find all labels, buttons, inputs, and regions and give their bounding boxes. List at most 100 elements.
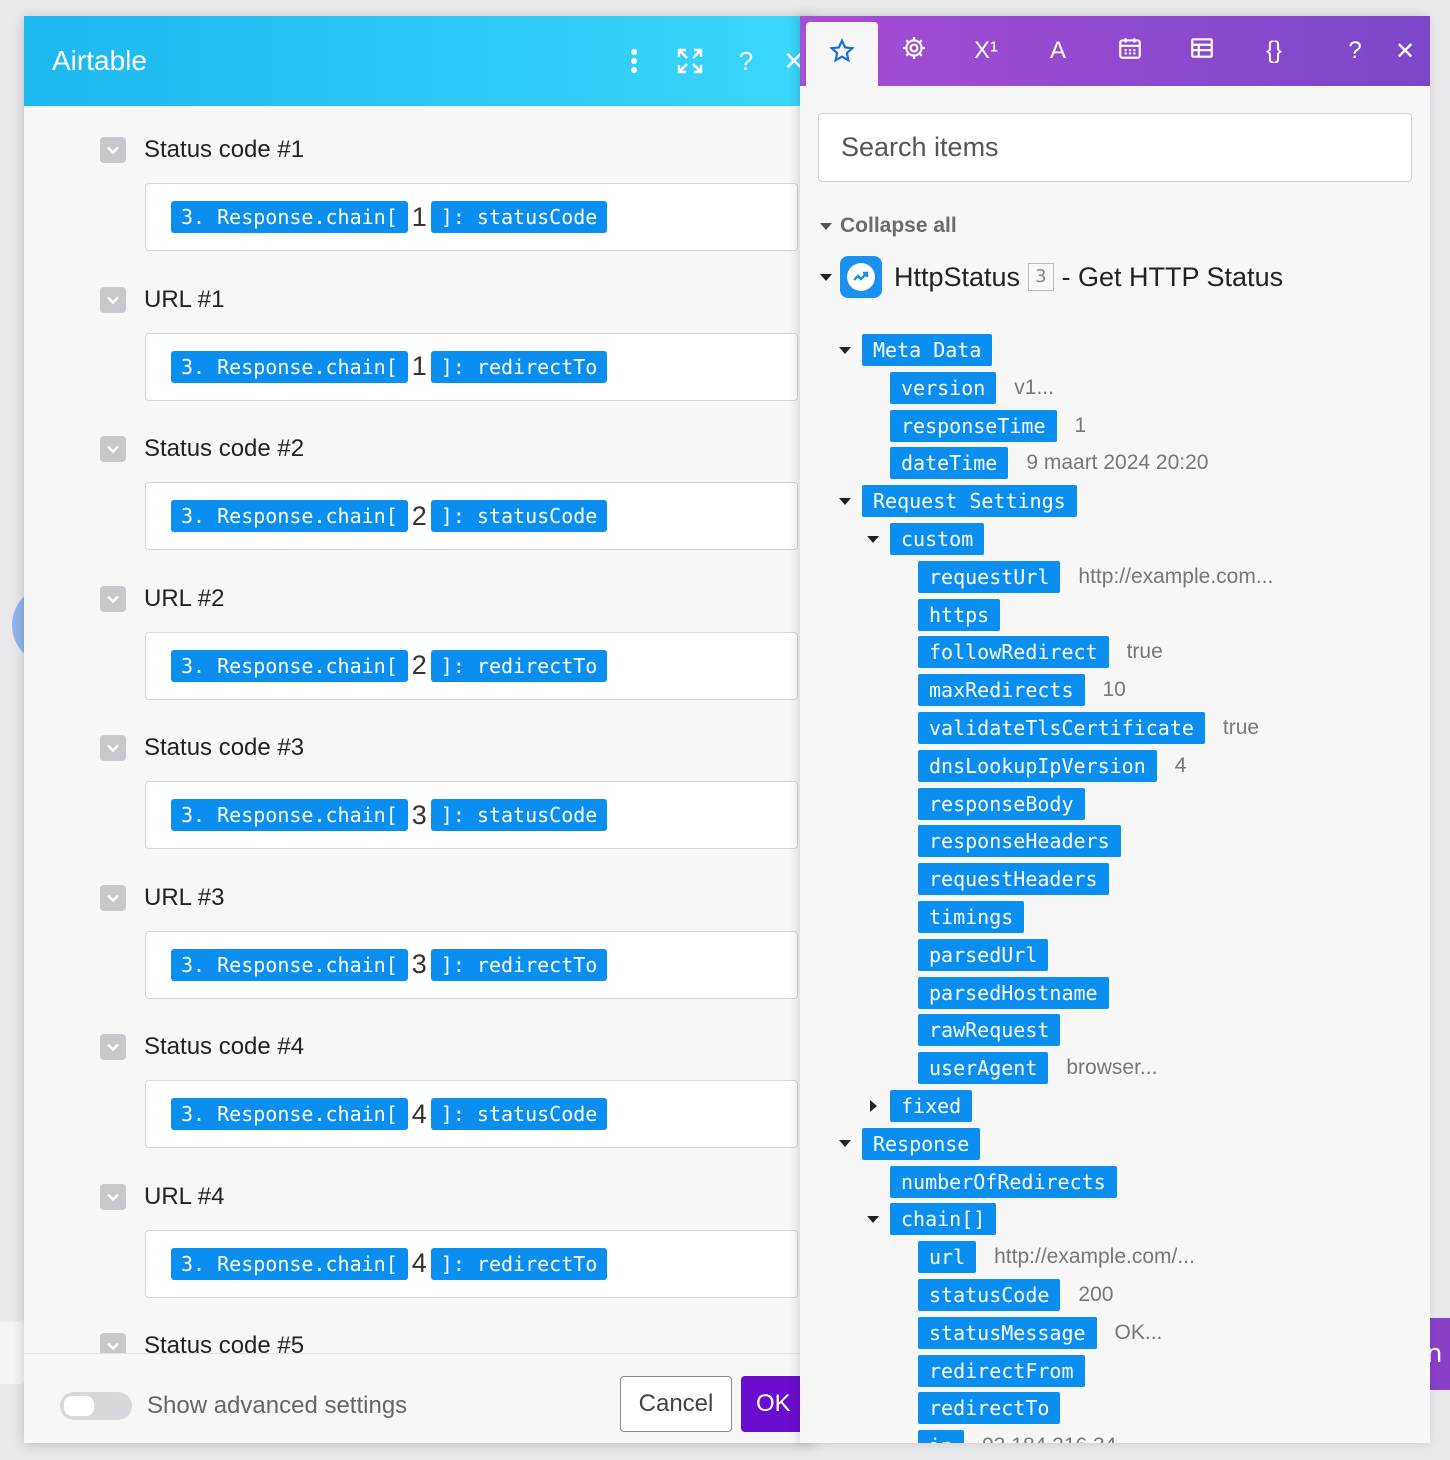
tab-date[interactable] xyxy=(1094,16,1166,86)
mapping-index[interactable]: 2 xyxy=(412,650,427,681)
cancel-button[interactable]: Cancel xyxy=(620,1376,732,1432)
tab-arrays[interactable] xyxy=(1166,16,1238,86)
tree-item-label[interactable]: requestUrl xyxy=(918,560,1061,593)
mapping-index[interactable]: 4 xyxy=(412,1099,427,1130)
tree-item-label[interactable]: dnsLookupIpVersion xyxy=(918,749,1157,782)
tree-item[interactable]: followRedirect true xyxy=(894,635,1163,669)
collapse-checkbox[interactable] xyxy=(100,137,126,163)
tree-item[interactable]: requestUrl http://example.com... xyxy=(894,560,1273,594)
collapse-checkbox[interactable] xyxy=(100,585,126,612)
tree-item[interactable]: parsedHostname xyxy=(894,976,1109,1010)
tree-item-label[interactable]: Response xyxy=(862,1127,981,1160)
tree-item-label[interactable]: Meta Data xyxy=(862,334,993,366)
tree-item[interactable]: parsedUrl xyxy=(894,938,1049,972)
tree-item[interactable]: Meta Data xyxy=(838,333,993,367)
mapping-pill-suffix[interactable]: ]: redirectTo xyxy=(430,948,608,981)
tab-text[interactable]: A xyxy=(1022,16,1094,86)
panel-close-icon[interactable]: ✕ xyxy=(1380,16,1430,86)
mapping-pill-suffix[interactable]: ]: statusCode xyxy=(430,201,608,233)
collapse-checkbox[interactable] xyxy=(100,1333,126,1353)
mapping-input[interactable]: 3. Response.chain[ 2 ]: statusCode xyxy=(145,482,798,550)
mapping-pill-suffix[interactable]: ]: statusCode xyxy=(430,500,608,532)
tree-item[interactable]: https xyxy=(894,598,1001,632)
expand-icon[interactable] xyxy=(662,33,718,89)
collapse-checkbox[interactable] xyxy=(100,1034,126,1060)
tree-item-label[interactable]: statusCode xyxy=(918,1279,1061,1311)
mapping-index[interactable]: 4 xyxy=(412,1248,427,1279)
tree-item[interactable]: dateTime 9 maart 2024 20:20 xyxy=(866,446,1208,480)
tree-item[interactable]: Request Settings xyxy=(838,484,1077,518)
tree-item-label[interactable]: chain[] xyxy=(890,1203,997,1236)
caret-right-icon[interactable] xyxy=(866,1099,880,1113)
collapse-checkbox[interactable] xyxy=(100,735,126,761)
tree-item[interactable]: validateTlsCertificate true xyxy=(894,711,1259,745)
tree-item-label[interactable]: responseBody xyxy=(918,787,1085,820)
mapping-index[interactable]: 3 xyxy=(412,949,427,980)
tree-item-label[interactable]: redirectFrom xyxy=(918,1354,1085,1387)
mapping-pill-prefix[interactable]: 3. Response.chain[ xyxy=(171,799,408,831)
tree-item-label[interactable]: fixed xyxy=(890,1090,973,1122)
tree-item-label[interactable]: url xyxy=(918,1241,977,1274)
tree-item[interactable]: ip 93.184.216.34... xyxy=(894,1429,1134,1443)
tree-item[interactable]: url http://example.com/... xyxy=(894,1240,1195,1274)
mapping-pill-suffix[interactable]: ]: redirectTo xyxy=(430,1247,608,1280)
mapping-input[interactable]: 3. Response.chain[ 1 ]: redirectTo xyxy=(145,332,798,401)
tree-item-label[interactable]: dateTime xyxy=(890,447,1009,480)
tree-item-label[interactable]: followRedirect xyxy=(918,636,1109,669)
mapping-pill-suffix[interactable]: ]: redirectTo xyxy=(430,350,608,383)
mapping-pill-prefix[interactable]: 3. Response.chain[ xyxy=(171,649,408,682)
tree-item-label[interactable]: parsedHostname xyxy=(918,976,1109,1009)
tree-item-label[interactable]: parsedUrl xyxy=(918,938,1049,971)
tree-item[interactable]: fixed xyxy=(866,1089,973,1123)
tree-item[interactable]: custom xyxy=(866,522,985,556)
tree-item-label[interactable]: requestHeaders xyxy=(918,863,1109,896)
search-input[interactable]: Search items xyxy=(818,113,1412,182)
tree-item-label[interactable]: redirectTo xyxy=(918,1392,1061,1425)
mapping-index[interactable]: 3 xyxy=(412,800,427,831)
tree-item[interactable]: redirectTo xyxy=(894,1391,1061,1425)
advanced-settings-toggle[interactable] xyxy=(60,1392,132,1420)
advanced-settings-label[interactable]: Show advanced settings xyxy=(147,1392,407,1420)
help-icon[interactable]: ? xyxy=(718,33,774,89)
collapse-checkbox[interactable] xyxy=(100,1183,126,1210)
caret-down-icon[interactable] xyxy=(866,532,880,546)
tree-item-label[interactable]: responseHeaders xyxy=(918,825,1121,858)
tree-item-label[interactable]: Request Settings xyxy=(862,485,1077,518)
caret-down-icon[interactable] xyxy=(838,494,852,508)
mapping-pill-suffix[interactable]: ]: statusCode xyxy=(430,799,608,831)
tab-general[interactable] xyxy=(878,16,950,86)
tree-item-label[interactable]: version xyxy=(890,371,997,404)
caret-down-icon[interactable] xyxy=(838,1137,852,1151)
mapping-pill-prefix[interactable]: 3. Response.chain[ xyxy=(171,948,408,981)
mapping-pill-prefix[interactable]: 3. Response.chain[ xyxy=(171,201,408,233)
tree-item-label[interactable]: maxRedirects xyxy=(918,674,1085,707)
tree-item[interactable]: chain[] xyxy=(866,1202,997,1236)
tree-item[interactable]: requestHeaders xyxy=(894,862,1109,896)
more-icon[interactable] xyxy=(606,33,662,89)
tree-item[interactable]: Response xyxy=(838,1127,981,1161)
collapse-all-button[interactable]: Collapse all xyxy=(820,214,957,238)
tab-favorites[interactable] xyxy=(806,22,878,86)
tree-item[interactable]: responseBody xyxy=(894,787,1085,821)
tree-item[interactable]: userAgent browser... xyxy=(894,1051,1157,1085)
mapping-input[interactable]: 3. Response.chain[ 2 ]: redirectTo xyxy=(145,631,798,700)
mapping-pill-prefix[interactable]: 3. Response.chain[ xyxy=(171,1247,408,1280)
tree-item[interactable]: dnsLookupIpVersion 4 xyxy=(894,749,1186,783)
tree-item[interactable]: maxRedirects 10 xyxy=(894,673,1126,707)
tree-item[interactable]: responseHeaders xyxy=(894,824,1121,858)
tree-item[interactable]: numberOfRedirects xyxy=(866,1165,1117,1199)
mapping-pill-suffix[interactable]: ]: redirectTo xyxy=(430,649,608,682)
mapping-input[interactable]: 3. Response.chain[ 1 ]: statusCode xyxy=(145,183,798,251)
tree-item[interactable]: statusMessage OK... xyxy=(894,1316,1162,1350)
tree-item-label[interactable]: ip xyxy=(918,1430,965,1443)
tree-item-label[interactable]: https xyxy=(918,598,1001,631)
tree-item-label[interactable]: rawRequest xyxy=(918,1014,1061,1047)
mapping-index[interactable]: 2 xyxy=(412,501,427,532)
tree-item-label[interactable]: numberOfRedirects xyxy=(890,1165,1117,1198)
mapping-input[interactable]: 3. Response.chain[ 4 ]: redirectTo xyxy=(145,1229,798,1298)
tree-item[interactable]: redirectFrom xyxy=(894,1354,1085,1388)
tree-item-label[interactable]: validateTlsCertificate xyxy=(918,712,1205,744)
mapping-pill-prefix[interactable]: 3. Response.chain[ xyxy=(171,350,408,383)
tree-item-label[interactable]: userAgent xyxy=(918,1052,1049,1085)
tree-item-label[interactable]: responseTime xyxy=(890,409,1057,442)
